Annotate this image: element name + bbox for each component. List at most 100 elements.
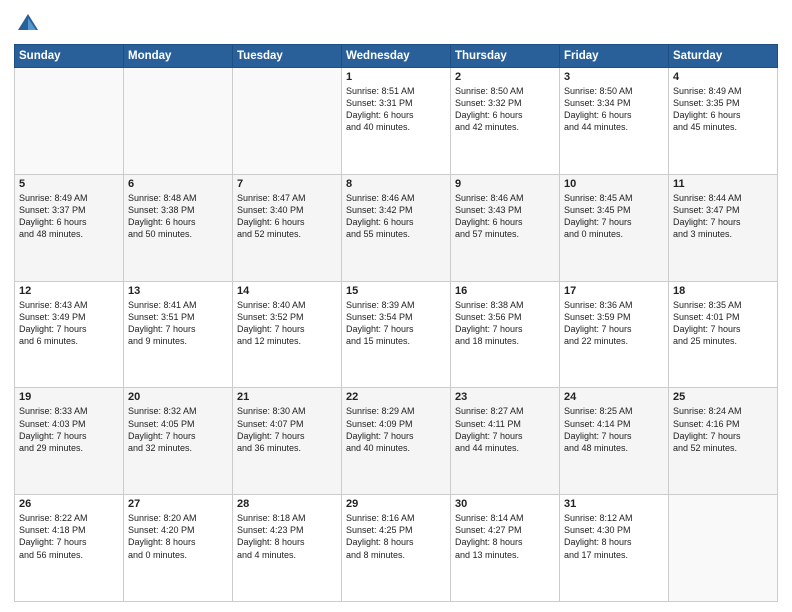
day-number: 31 [564, 498, 664, 510]
weekday-header-wednesday: Wednesday [342, 45, 451, 68]
cell-content: Sunrise: 8:35 AM Sunset: 4:01 PM Dayligh… [673, 299, 773, 348]
cell-content: Sunrise: 8:49 AM Sunset: 3:35 PM Dayligh… [673, 85, 773, 134]
cell-content: Sunrise: 8:12 AM Sunset: 4:30 PM Dayligh… [564, 512, 664, 561]
day-number: 6 [128, 178, 228, 190]
calendar-cell-w0d2 [233, 68, 342, 175]
calendar-cell-w2d4: 16 Sunrise: 8:38 AM Sunset: 3:56 PM Dayli… [451, 281, 560, 388]
calendar-cell-w0d0 [15, 68, 124, 175]
header [14, 10, 778, 38]
weekday-header-row: SundayMondayTuesdayWednesdayThursdayFrid… [15, 45, 778, 68]
cell-content: Sunrise: 8:50 AM Sunset: 3:34 PM Dayligh… [564, 85, 664, 134]
week-row-4: 26Sunrise: 8:22 AM Sunset: 4:18 PM Dayli… [15, 495, 778, 602]
day-number: 2 [455, 71, 555, 83]
cell-content: Sunrise: 8:47 AM Sunset: 3:40 PM Dayligh… [237, 192, 337, 241]
weekday-header-thursday: Thursday [451, 45, 560, 68]
calendar-cell-w0d1 [124, 68, 233, 175]
day-number: 7 [237, 178, 337, 190]
weekday-header-saturday: Saturday [669, 45, 778, 68]
weekday-header-friday: Friday [560, 45, 669, 68]
day-number: 30 [455, 498, 555, 510]
cell-content: Sunrise: 8:45 AM Sunset: 3:45 PM Dayligh… [564, 192, 664, 241]
day-number: 29 [346, 498, 446, 510]
day-number: 16 [455, 285, 555, 297]
calendar-cell-w0d5: 3 Sunrise: 8:50 AM Sunset: 3:34 PM Daylig… [560, 68, 669, 175]
weekday-header-sunday: Sunday [15, 45, 124, 68]
calendar-cell-w3d2: 21 Sunrise: 8:30 AM Sunset: 4:07 PM Dayli… [233, 388, 342, 495]
day-number: 19 [19, 391, 119, 403]
day-number: 8 [346, 178, 446, 190]
week-row-1: 5Sunrise: 8:49 AM Sunset: 3:37 PM Daylig… [15, 174, 778, 281]
logo-icon [14, 10, 42, 38]
cell-content: Sunrise: 8:36 AM Sunset: 3:59 PM Dayligh… [564, 299, 664, 348]
cell-content: Sunrise: 8:29 AM Sunset: 4:09 PM Dayligh… [346, 405, 446, 454]
calendar-cell-w0d4: 2Sunrise: 8:50 AM Sunset: 3:32 PM Daylig… [451, 68, 560, 175]
calendar-cell-w0d3: 1 Sunrise: 8:51 AM Sunset: 3:31 PM Daylig… [342, 68, 451, 175]
cell-content: Sunrise: 8:46 AM Sunset: 3:43 PM Dayligh… [455, 192, 555, 241]
day-number: 22 [346, 391, 446, 403]
cell-content: Sunrise: 8:18 AM Sunset: 4:23 PM Dayligh… [237, 512, 337, 561]
calendar-cell-w1d6: 11 Sunrise: 8:44 AM Sunset: 3:47 PM Dayli… [669, 174, 778, 281]
page: SundayMondayTuesdayWednesdayThursdayFrid… [0, 0, 792, 612]
cell-content: Sunrise: 8:44 AM Sunset: 3:47 PM Dayligh… [673, 192, 773, 241]
cell-content: Sunrise: 8:51 AM Sunset: 3:31 PM Dayligh… [346, 85, 446, 134]
calendar-cell-w1d5: 10 Sunrise: 8:45 AM Sunset: 3:45 PM Dayli… [560, 174, 669, 281]
calendar-cell-w2d0: 12Sunrise: 8:43 AM Sunset: 3:49 PM Dayli… [15, 281, 124, 388]
cell-content: Sunrise: 8:14 AM Sunset: 4:27 PM Dayligh… [455, 512, 555, 561]
calendar-cell-w2d6: 18 Sunrise: 8:35 AM Sunset: 4:01 PM Dayli… [669, 281, 778, 388]
day-number: 4 [673, 71, 773, 83]
day-number: 21 [237, 391, 337, 403]
calendar-cell-w4d4: 30 Sunrise: 8:14 AM Sunset: 4:27 PM Dayli… [451, 495, 560, 602]
day-number: 13 [128, 285, 228, 297]
cell-content: Sunrise: 8:49 AM Sunset: 3:37 PM Dayligh… [19, 192, 119, 241]
calendar-cell-w2d2: 14 Sunrise: 8:40 AM Sunset: 3:52 PM Dayli… [233, 281, 342, 388]
cell-content: Sunrise: 8:20 AM Sunset: 4:20 PM Dayligh… [128, 512, 228, 561]
cell-content: Sunrise: 8:33 AM Sunset: 4:03 PM Dayligh… [19, 405, 119, 454]
day-number: 18 [673, 285, 773, 297]
day-number: 9 [455, 178, 555, 190]
day-number: 17 [564, 285, 664, 297]
cell-content: Sunrise: 8:38 AM Sunset: 3:56 PM Dayligh… [455, 299, 555, 348]
cell-content: Sunrise: 8:48 AM Sunset: 3:38 PM Dayligh… [128, 192, 228, 241]
week-row-2: 12Sunrise: 8:43 AM Sunset: 3:49 PM Dayli… [15, 281, 778, 388]
cell-content: Sunrise: 8:46 AM Sunset: 3:42 PM Dayligh… [346, 192, 446, 241]
calendar-cell-w4d5: 31 Sunrise: 8:12 AM Sunset: 4:30 PM Dayli… [560, 495, 669, 602]
day-number: 3 [564, 71, 664, 83]
day-number: 24 [564, 391, 664, 403]
calendar-cell-w3d5: 24Sunrise: 8:25 AM Sunset: 4:14 PM Dayli… [560, 388, 669, 495]
cell-content: Sunrise: 8:24 AM Sunset: 4:16 PM Dayligh… [673, 405, 773, 454]
cell-content: Sunrise: 8:30 AM Sunset: 4:07 PM Dayligh… [237, 405, 337, 454]
cell-content: Sunrise: 8:32 AM Sunset: 4:05 PM Dayligh… [128, 405, 228, 454]
cell-content: Sunrise: 8:43 AM Sunset: 3:49 PM Dayligh… [19, 299, 119, 348]
day-number: 26 [19, 498, 119, 510]
day-number: 27 [128, 498, 228, 510]
day-number: 15 [346, 285, 446, 297]
calendar-cell-w3d4: 23Sunrise: 8:27 AM Sunset: 4:11 PM Dayli… [451, 388, 560, 495]
day-number: 14 [237, 285, 337, 297]
day-number: 1 [346, 71, 446, 83]
day-number: 20 [128, 391, 228, 403]
day-number: 10 [564, 178, 664, 190]
day-number: 28 [237, 498, 337, 510]
cell-content: Sunrise: 8:39 AM Sunset: 3:54 PM Dayligh… [346, 299, 446, 348]
calendar-cell-w3d6: 25 Sunrise: 8:24 AM Sunset: 4:16 PM Dayli… [669, 388, 778, 495]
calendar-cell-w1d0: 5Sunrise: 8:49 AM Sunset: 3:37 PM Daylig… [15, 174, 124, 281]
calendar-cell-w4d0: 26Sunrise: 8:22 AM Sunset: 4:18 PM Dayli… [15, 495, 124, 602]
cell-content: Sunrise: 8:27 AM Sunset: 4:11 PM Dayligh… [455, 405, 555, 454]
cell-content: Sunrise: 8:40 AM Sunset: 3:52 PM Dayligh… [237, 299, 337, 348]
calendar-table: SundayMondayTuesdayWednesdayThursdayFrid… [14, 44, 778, 602]
day-number: 25 [673, 391, 773, 403]
calendar-cell-w2d3: 15 Sunrise: 8:39 AM Sunset: 3:54 PM Dayli… [342, 281, 451, 388]
cell-content: Sunrise: 8:41 AM Sunset: 3:51 PM Dayligh… [128, 299, 228, 348]
logo [14, 10, 46, 38]
calendar-cell-w1d2: 7 Sunrise: 8:47 AM Sunset: 3:40 PM Daylig… [233, 174, 342, 281]
calendar-cell-w2d1: 13 Sunrise: 8:41 AM Sunset: 3:51 PM Dayli… [124, 281, 233, 388]
calendar-cell-w4d2: 28 Sunrise: 8:18 AM Sunset: 4:23 PM Dayli… [233, 495, 342, 602]
calendar-cell-w4d3: 29 Sunrise: 8:16 AM Sunset: 4:25 PM Dayli… [342, 495, 451, 602]
day-number: 11 [673, 178, 773, 190]
week-row-0: 1 Sunrise: 8:51 AM Sunset: 3:31 PM Daylig… [15, 68, 778, 175]
calendar-cell-w3d3: 22 Sunrise: 8:29 AM Sunset: 4:09 PM Dayli… [342, 388, 451, 495]
calendar-cell-w3d0: 19 Sunrise: 8:33 AM Sunset: 4:03 PM Dayli… [15, 388, 124, 495]
cell-content: Sunrise: 8:16 AM Sunset: 4:25 PM Dayligh… [346, 512, 446, 561]
calendar-cell-w0d6: 4 Sunrise: 8:49 AM Sunset: 3:35 PM Daylig… [669, 68, 778, 175]
weekday-header-tuesday: Tuesday [233, 45, 342, 68]
